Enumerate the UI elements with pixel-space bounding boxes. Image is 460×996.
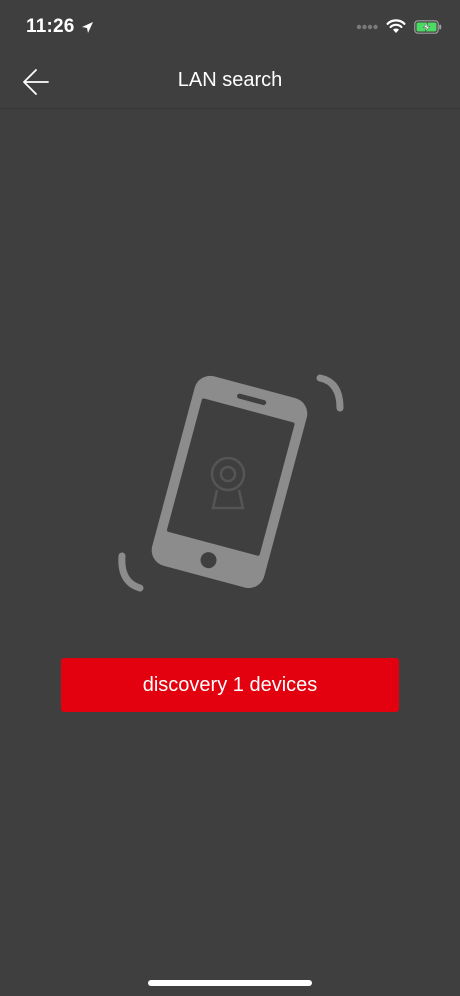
battery-charging-icon	[414, 19, 442, 34]
discovery-button[interactable]: discovery 1 devices	[61, 658, 399, 712]
wifi-icon	[386, 19, 406, 33]
status-icons	[356, 19, 442, 34]
navigation-bar: LAN search	[0, 56, 460, 109]
shake-arc-bottom-left	[118, 552, 144, 592]
cellular-signal-icon	[356, 24, 378, 29]
shake-arc-top-right	[316, 374, 344, 412]
phone-shake-camera-icon	[118, 374, 344, 592]
page-title: LAN search	[177, 69, 283, 91]
status-time-group: 11:26	[26, 16, 94, 38]
status-bar: 11:26	[0, 0, 460, 56]
home-indicator[interactable]	[148, 980, 312, 986]
location-arrow-icon	[81, 21, 93, 33]
status-time: 11:26	[26, 16, 75, 37]
